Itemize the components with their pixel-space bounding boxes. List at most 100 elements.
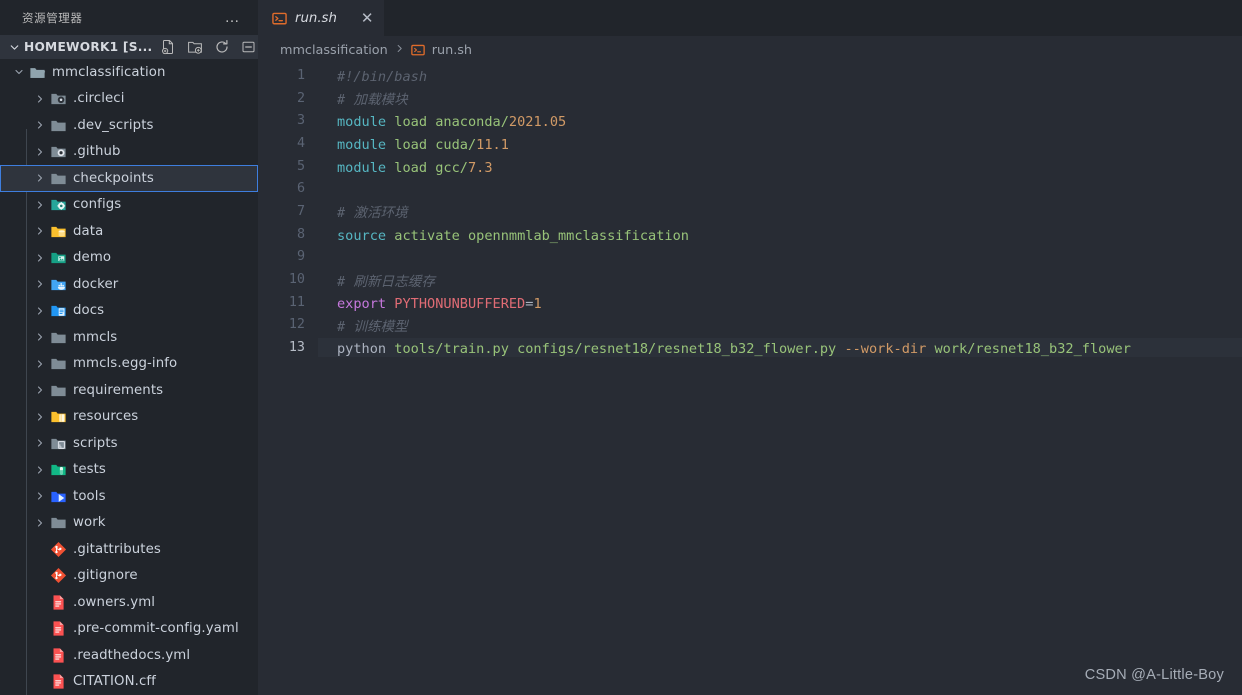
code-token-str: load <box>394 136 428 153</box>
chevron-right-icon[interactable] <box>31 411 48 423</box>
tree-item-label: .owners.yml <box>73 594 156 610</box>
chevron-right-icon[interactable] <box>31 464 48 476</box>
folder-scripts-icon <box>48 435 68 452</box>
tree-item-requirements[interactable]: requirements <box>0 377 258 404</box>
folder-icon <box>48 329 68 346</box>
code-token-num: 7.3 <box>467 159 493 176</box>
folder-circleci-icon <box>48 90 68 107</box>
folder-icon <box>48 117 68 134</box>
code-line[interactable]: 13 python tools/train.py configs/resnet18… <box>258 336 1242 359</box>
tree-item-github[interactable]: .github <box>0 139 258 166</box>
yaml-file-icon <box>48 647 68 664</box>
git-icon <box>48 541 68 558</box>
chevron-right-icon[interactable] <box>31 305 48 317</box>
code-line[interactable]: 2 # 加载模块 <box>258 87 1242 110</box>
code-token-plain: python <box>337 341 387 358</box>
code-line[interactable]: 10 # 刷新日志缓存 <box>258 268 1242 291</box>
folder-github-icon <box>48 143 68 160</box>
code-token-str: load <box>394 159 428 176</box>
chevron-right-icon[interactable] <box>31 490 48 502</box>
line-number: 10 <box>288 272 305 288</box>
breadcrumb-separator-icon <box>394 43 405 57</box>
folder-open-icon <box>27 64 47 81</box>
new-file-icon[interactable] <box>160 39 176 55</box>
tree-item-mmcls[interactable]: mmcls <box>0 324 258 351</box>
code-line[interactable]: 9 <box>258 246 1242 269</box>
yaml-file-icon <box>48 673 68 690</box>
tree-item-configs[interactable]: configs <box>0 192 258 219</box>
code-token-str: tools/train.py <box>394 341 509 358</box>
code-token-num: 11.1 <box>476 136 509 153</box>
workspace-root-row[interactable]: HOMEWORK1 [S... <box>0 35 258 59</box>
chevron-right-icon[interactable] <box>31 331 48 343</box>
tree-item-label: .circleci <box>73 91 125 107</box>
code-line[interactable]: 8 source activate opennmmlab_mmclassifica… <box>258 223 1242 246</box>
tree-item-dev-scripts[interactable]: .dev_scripts <box>0 112 258 139</box>
tree-item-mmclassification[interactable]: mmclassification <box>0 59 258 86</box>
chevron-right-icon[interactable] <box>31 225 48 237</box>
code-token-str: anaconda/ <box>435 114 509 131</box>
code-line[interactable]: 11 export PYTHONUNBUFFERED=1 <box>258 291 1242 314</box>
tree-item-work[interactable]: work <box>0 510 258 537</box>
tree-item-tests[interactable]: tests <box>0 457 258 484</box>
code-line[interactable]: 7 # 激活环境 <box>258 200 1242 223</box>
code-editor[interactable]: 1 #!/bin/bash 2 # 加载模块 3 module load anaconda… <box>258 64 1242 695</box>
code-line[interactable]: 5 module load gcc/7.3 <box>258 155 1242 178</box>
collapse-all-icon[interactable] <box>241 39 257 55</box>
code-tokens: # 激活环境 <box>318 205 408 221</box>
chevron-right-icon[interactable] <box>31 517 48 529</box>
tree-item-label: mmcls <box>73 329 118 345</box>
tree-item-resources[interactable]: resources <box>0 404 258 431</box>
chevron-right-icon[interactable] <box>31 358 48 370</box>
code-tokens: export PYTHONUNBUFFERED=1 <box>318 296 542 312</box>
tab-run-sh[interactable]: run.sh ✕ <box>258 0 386 36</box>
chevron-right-icon[interactable] <box>31 93 48 105</box>
code-line[interactable]: 1 #!/bin/bash <box>258 64 1242 87</box>
code-line[interactable]: 3 module load anaconda/2021.05 <box>258 109 1242 132</box>
chevron-right-icon[interactable] <box>31 384 48 396</box>
code-line[interactable]: 6 <box>258 177 1242 200</box>
chevron-down-icon[interactable] <box>6 39 22 55</box>
tree-item-gitattributes[interactable]: .gitattributes <box>0 536 258 563</box>
explorer-more-actions-icon[interactable]: … <box>221 10 246 25</box>
tree-item-readthedocs-yml[interactable]: .readthedocs.yml <box>0 642 258 669</box>
tree-item-circleci[interactable]: .circleci <box>0 86 258 113</box>
close-icon[interactable]: ✕ <box>361 11 374 26</box>
chevron-right-icon[interactable] <box>31 199 48 211</box>
tree-item-docker[interactable]: docker <box>0 271 258 298</box>
chevron-right-icon[interactable] <box>31 437 48 449</box>
chevron-right-icon[interactable] <box>31 119 48 131</box>
chevron-right-icon[interactable] <box>31 146 48 158</box>
tree-item-owners-yml[interactable]: .owners.yml <box>0 589 258 616</box>
tree-item-demo[interactable]: demo <box>0 245 258 272</box>
breadcrumb-folder[interactable]: mmclassification <box>280 43 388 58</box>
line-number: 2 <box>296 90 305 106</box>
tree-item-tools[interactable]: tools <box>0 483 258 510</box>
chevron-right-icon[interactable] <box>31 252 48 264</box>
refresh-icon[interactable] <box>214 39 230 55</box>
code-line[interactable]: 4 module load cuda/11.1 <box>258 132 1242 155</box>
chevron-right-icon[interactable] <box>31 172 48 184</box>
code-token-comment: #!/bin/bash <box>337 68 428 85</box>
code-line[interactable]: 12 # 训练模型 <box>258 314 1242 337</box>
tree-item-pre-commit-config-yaml[interactable]: .pre-commit-config.yaml <box>0 616 258 643</box>
chevron-down-icon[interactable] <box>10 66 27 78</box>
tree-item-docs[interactable]: docs <box>0 298 258 325</box>
code-tokens: #!/bin/bash <box>318 69 427 85</box>
tree-item-mmcls-egg-info[interactable]: mmcls.egg-info <box>0 351 258 378</box>
tree-item-scripts[interactable]: scripts <box>0 430 258 457</box>
code-token-num: 2021.05 <box>508 114 567 131</box>
code-tokens <box>318 182 337 198</box>
new-folder-icon[interactable] <box>187 39 203 55</box>
tree-item-data[interactable]: data <box>0 218 258 245</box>
tree-item-checkpoints[interactable]: checkpoints <box>0 165 258 192</box>
tree-item-gitignore[interactable]: .gitignore <box>0 563 258 590</box>
tree-item-label: configs <box>73 197 122 213</box>
code-token-str: activate <box>394 227 460 244</box>
tree-item-citation-cff[interactable]: CITATION.cff <box>0 669 258 695</box>
tab-bar-empty-space <box>385 0 1242 36</box>
chevron-right-icon[interactable] <box>31 278 48 290</box>
breadcrumb-file[interactable]: run.sh <box>410 43 472 58</box>
